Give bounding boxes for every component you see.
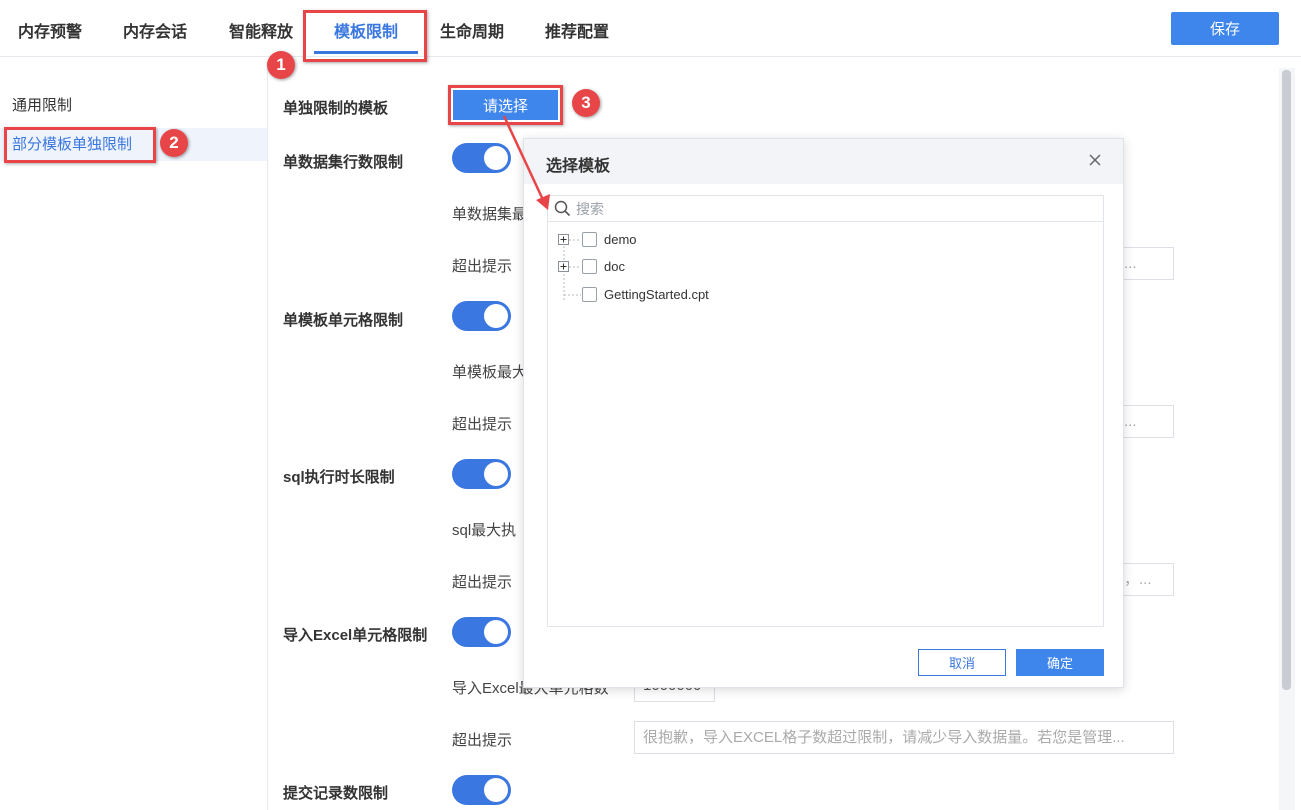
annotation-badge: 2 (160, 129, 188, 157)
tab-memory-warning[interactable]: 内存预警 (18, 18, 82, 42)
toggle-knob (484, 620, 508, 644)
expand-icon[interactable] (558, 234, 569, 245)
toggle-knob (484, 778, 508, 802)
annotation-box-sidebar (4, 127, 156, 163)
sub-label: 超出提示 (452, 732, 513, 749)
sub-label: sql最大执 (452, 522, 517, 539)
sidebar-item-general-limit[interactable]: 通用限制 (0, 89, 267, 122)
submit-records-toggle[interactable] (452, 775, 511, 805)
node-checkbox[interactable] (582, 287, 597, 302)
expand-icon[interactable] (558, 261, 569, 272)
template-label: 单独限制的模板 (283, 100, 389, 117)
annotation-badge: 1 (267, 51, 295, 79)
dialog-header: 选择模板 (524, 139, 1123, 184)
sidebar: 通用限制 部分模板单独限制 (0, 68, 268, 810)
scrollbar-thumb[interactable] (1282, 70, 1291, 690)
node-label: demo (604, 232, 637, 247)
search-box (548, 196, 1103, 222)
annotation-box-tab (303, 10, 427, 62)
tab-memory-session[interactable]: 内存会话 (123, 18, 187, 42)
confirm-button[interactable]: 确定 (1016, 649, 1104, 676)
section-label: 提交记录数限制 (283, 785, 389, 802)
cancel-button[interactable]: 取消 (918, 649, 1006, 676)
section-label: 单模板单元格限制 (283, 312, 404, 329)
node-checkbox[interactable] (582, 259, 597, 274)
select-template-dialog: 选择模板 demo (523, 138, 1124, 688)
node-label: doc (604, 259, 625, 274)
top-tab-bar: 内存预警 内存会话 智能释放 模板限制 生命周期 推荐配置 保存 (0, 0, 1301, 57)
toggle-knob (484, 304, 508, 328)
search-input[interactable] (576, 200, 1076, 218)
section-label: 单数据集行数限制 (283, 154, 404, 171)
section-label: sql执行时长限制 (283, 469, 395, 486)
sub-label: 单模板最大 (452, 364, 528, 381)
hint-field[interactable]: 很抱歉，导入EXCEL格子数超过限制，请减少导入数据量。若您是管理... (634, 721, 1174, 754)
annotation-arrow (502, 115, 550, 210)
template-cells-toggle[interactable] (452, 301, 511, 331)
save-button[interactable]: 保存 (1171, 12, 1279, 45)
sub-label: 超出提示 (452, 258, 513, 275)
sub-label: 超出提示 (452, 416, 513, 433)
toggle-knob (484, 462, 508, 486)
node-label: GettingStarted.cpt (604, 287, 709, 302)
excel-cells-toggle[interactable] (452, 617, 511, 647)
tab-lifecycle[interactable]: 生命周期 (440, 18, 504, 42)
close-icon[interactable] (1086, 151, 1104, 169)
section-label: 导入Excel单元格限制 (283, 627, 428, 644)
tab-smart-release[interactable]: 智能释放 (229, 18, 293, 42)
annotation-badge: 3 (572, 89, 600, 117)
tree-connector-lines (563, 239, 581, 301)
tab-recommended-config[interactable]: 推荐配置 (545, 18, 609, 42)
sub-label: 超出提示 (452, 574, 513, 591)
template-tree-panel: demo doc GettingStarted.cpt (547, 195, 1104, 627)
node-checkbox[interactable] (582, 232, 597, 247)
sql-duration-toggle[interactable] (452, 459, 511, 489)
